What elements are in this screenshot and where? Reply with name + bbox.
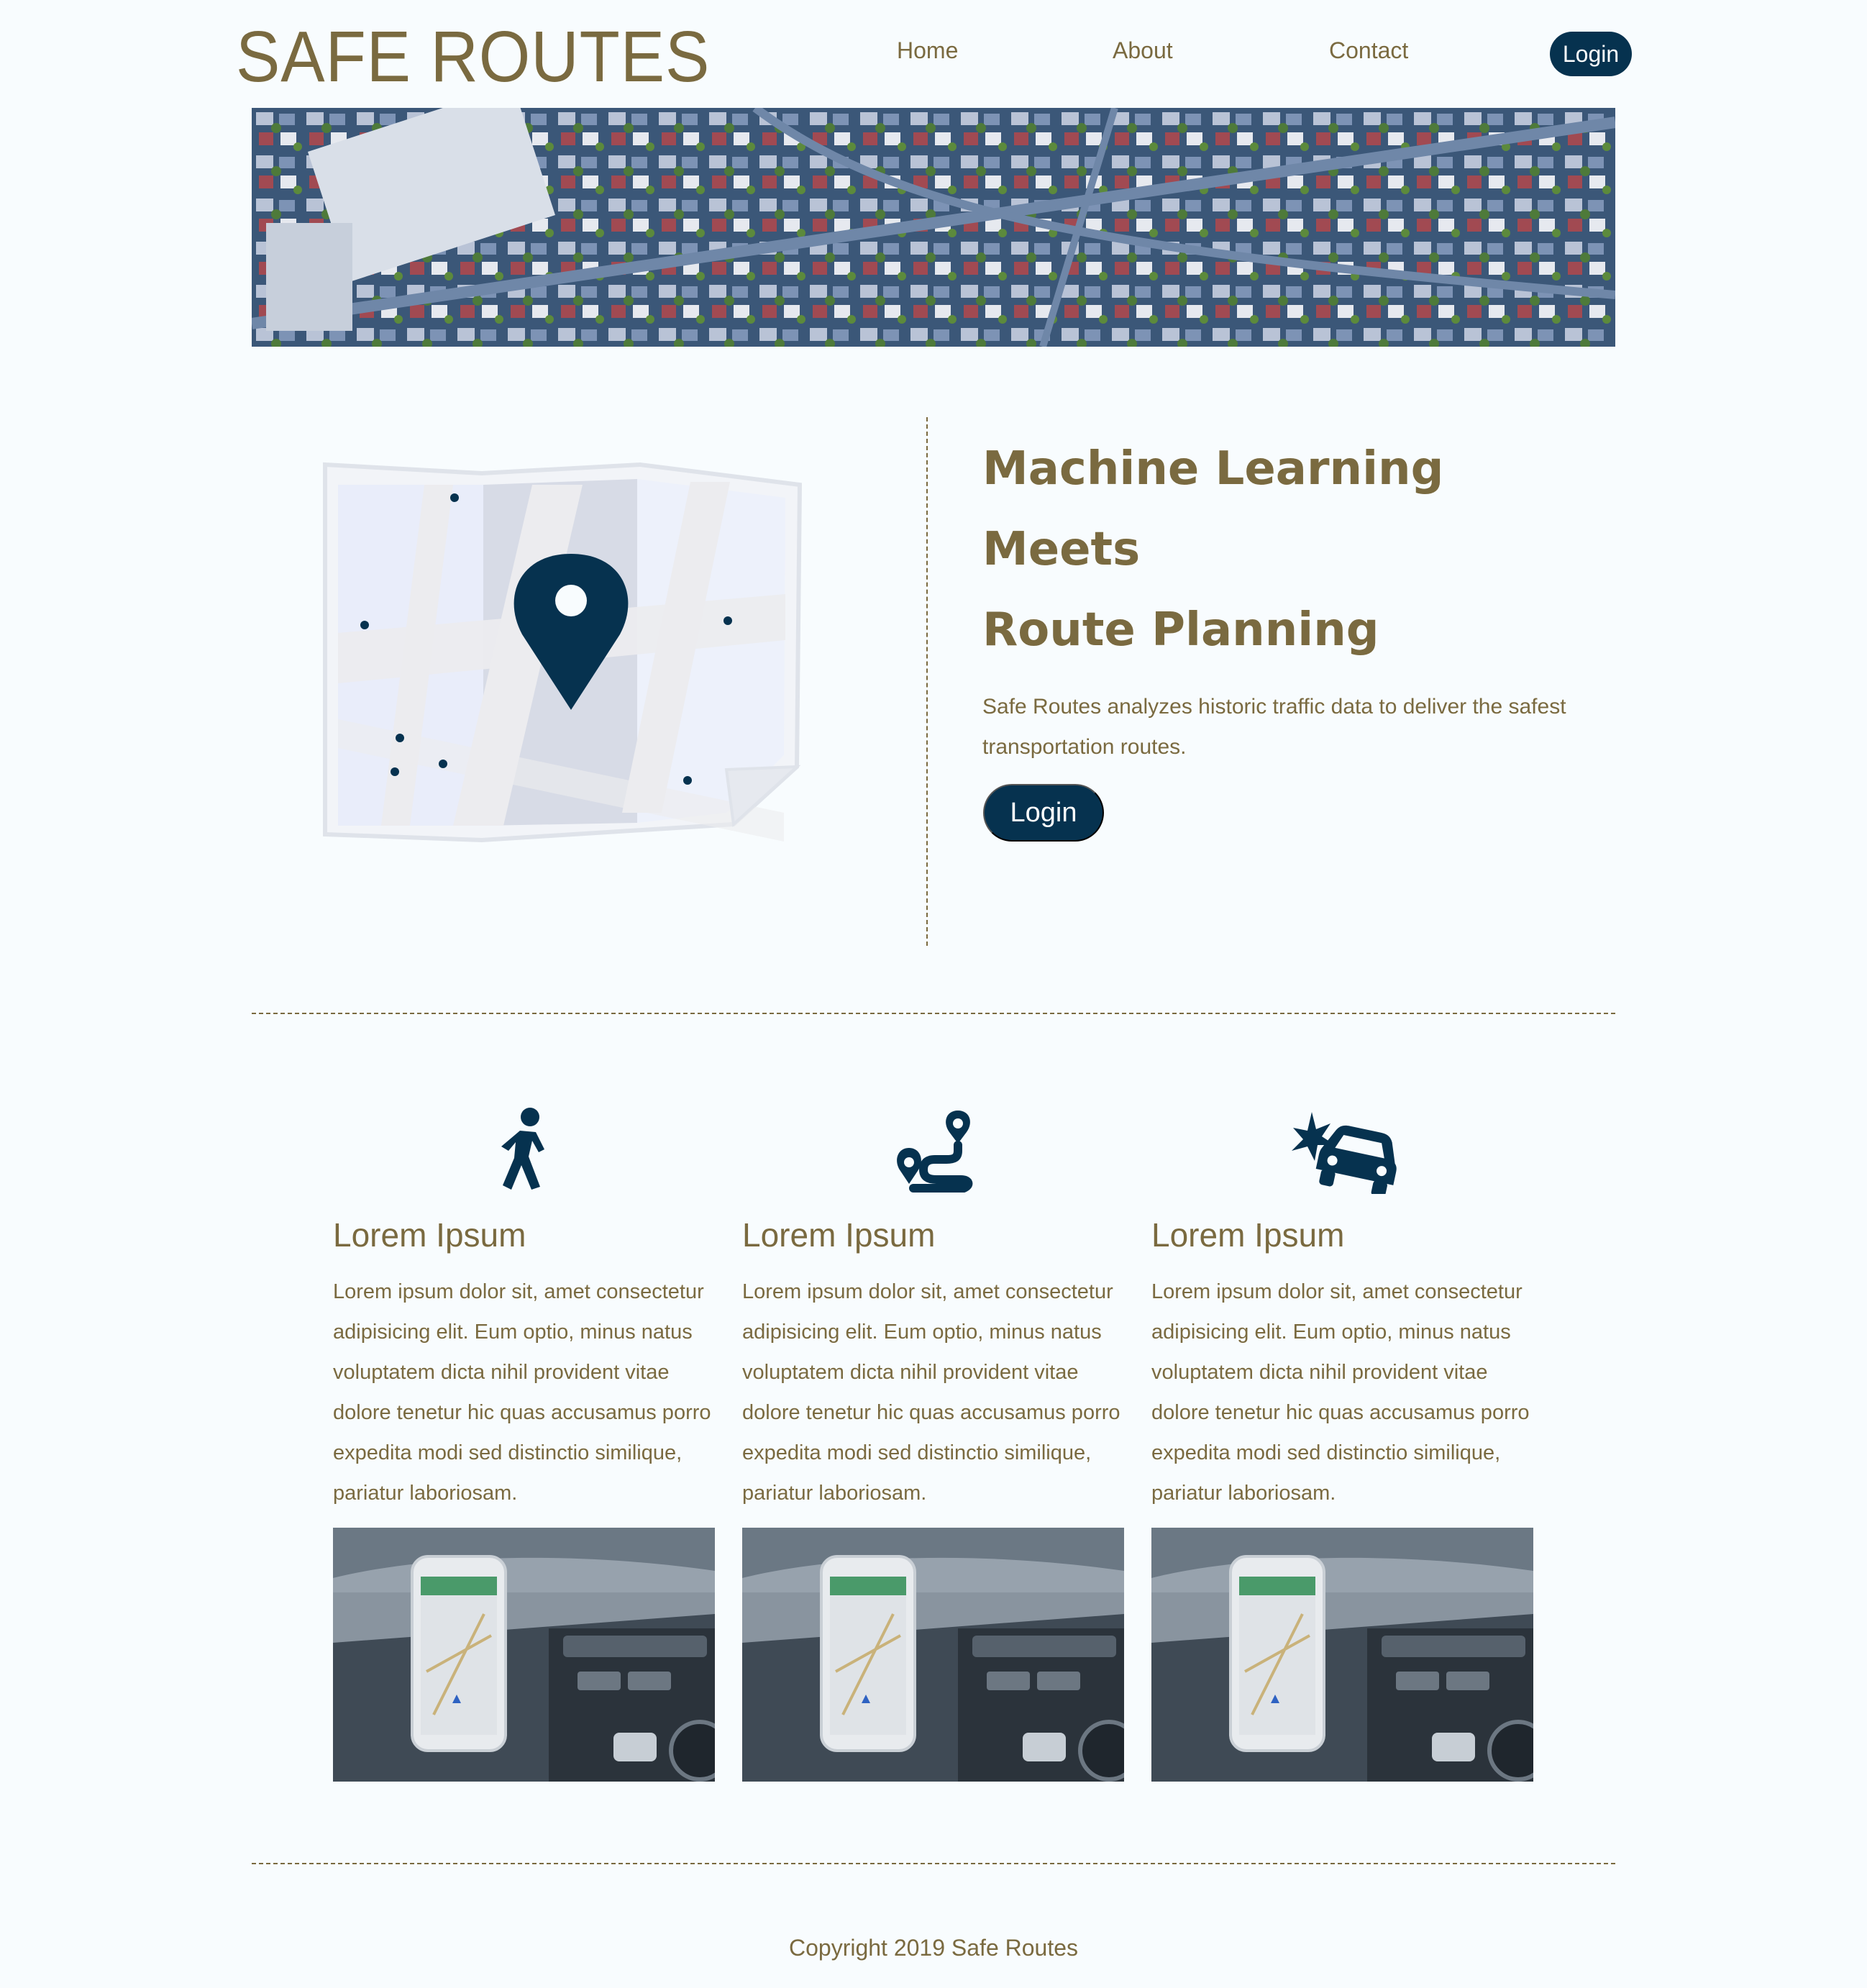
hero-headline-line-2: Meets [982,523,1141,576]
phone-on-dashboard-image [1151,1528,1533,1782]
feature-1-title: Lorem Ipsum [333,1216,526,1254]
feature-3-text: Lorem ipsum dolor sit, amet consectetur … [1151,1280,1530,1505]
map-illustration [316,453,805,856]
feature-1-image [333,1528,715,1782]
feature-3-title: Lorem Ipsum [1151,1216,1345,1254]
feature-3-image [1151,1528,1533,1782]
feature-2-image [742,1528,1124,1782]
header-login-button[interactable]: Login [1550,32,1632,76]
route-icon [892,1108,974,1194]
nav-about-link[interactable]: About [1113,37,1173,64]
intro-vertical-divider [926,417,928,946]
phone-on-dashboard-image [742,1528,1124,1782]
section-divider-bottom [252,1863,1615,1864]
map-with-pin-icon [323,462,803,843]
site-logo[interactable]: SAFE ROUTES [236,16,710,99]
section-divider-top [252,1013,1615,1014]
feature-2-text: Lorem ipsum dolor sit, amet consectetur … [742,1280,1120,1505]
nav-home-link[interactable]: Home [897,37,958,64]
aerial-city-image [252,108,1615,347]
feature-2-title: Lorem Ipsum [742,1216,936,1254]
car-crash-icon [1290,1108,1397,1198]
feature-1-text: Lorem ipsum dolor sit, amet consectetur … [333,1280,711,1505]
nav-contact-link[interactable]: Contact [1329,37,1408,64]
pedestrian-icon [493,1106,550,1193]
aerial-city-banner [252,108,1615,347]
phone-on-dashboard-image [333,1528,715,1782]
footer-copyright: Copyright 2019 Safe Routes [788,1935,1079,1961]
hero-description: Safe Routes analyzes historic traffic da… [982,695,1566,759]
hero-headline-line-3: Route Planning [982,603,1379,657]
hero-headline-line-1: Machine Learning [982,442,1444,496]
hero-login-button[interactable]: Login [983,784,1104,842]
